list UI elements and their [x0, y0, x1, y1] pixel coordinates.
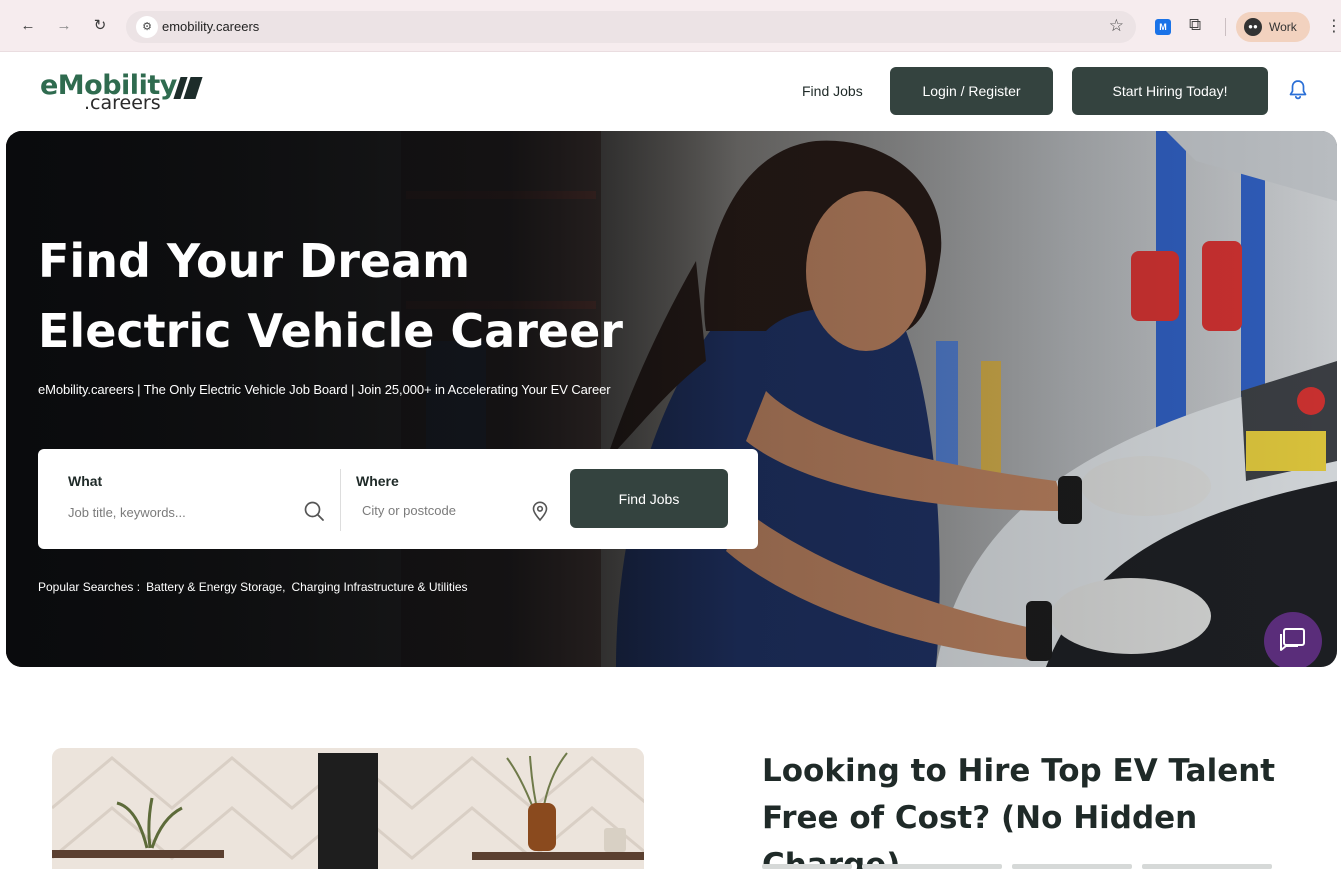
- chat-button[interactable]: [1264, 612, 1322, 667]
- nav-find-jobs-link[interactable]: Find Jobs: [802, 83, 863, 99]
- login-register-button[interactable]: Login / Register: [890, 67, 1053, 115]
- what-label: What: [68, 473, 103, 489]
- location-pin-icon[interactable]: [528, 499, 552, 523]
- extension-m-icon[interactable]: M: [1155, 19, 1171, 35]
- back-arrow-icon[interactable]: ←: [18, 16, 38, 36]
- what-input[interactable]: [68, 501, 288, 523]
- bell-icon[interactable]: [1286, 78, 1310, 102]
- promo-photo: [52, 748, 644, 869]
- popular-searches-label: Popular Searches :: [38, 580, 141, 594]
- hero-title: Find Your Dream Electric Vehicle Career: [38, 234, 623, 358]
- logo-mark-icon: [173, 77, 203, 99]
- browser-toolbar: ← → ↻ ⚙ emobility.careers ☆ M ⧉ ●● Work …: [0, 0, 1341, 52]
- bookmark-star-icon[interactable]: ☆: [1109, 16, 1124, 36]
- job-search-form: What Where Find Jobs: [38, 449, 758, 549]
- where-label: Where: [356, 473, 399, 489]
- profile-avatar: ●●: [1244, 18, 1262, 36]
- search-icon[interactable]: [302, 499, 326, 523]
- start-hiring-button[interactable]: Start Hiring Today!: [1072, 67, 1268, 115]
- hero-subtitle: eMobility.careers | The Only Electric Ve…: [38, 382, 611, 397]
- hero-banner: Find Your Dream Electric Vehicle Career …: [6, 131, 1337, 667]
- find-jobs-button[interactable]: Find Jobs: [570, 469, 728, 528]
- popular-tag-battery[interactable]: Battery & Energy Storage,: [146, 580, 285, 594]
- logo-domain: .careers: [84, 92, 161, 114]
- site-logo[interactable]: eMobility .careers: [40, 70, 210, 118]
- address-bar[interactable]: ⚙ emobility.careers ☆: [126, 11, 1136, 43]
- chat-icon: [1280, 628, 1305, 651]
- promo-title: Looking to Hire Top EV Talent Free of Co…: [762, 753, 1276, 869]
- search-divider: [340, 469, 341, 531]
- popular-tag-charging[interactable]: Charging Infrastructure & Utilities: [291, 580, 467, 594]
- popular-searches: Popular Searches : Battery & Energy Stor…: [38, 580, 468, 594]
- site-settings-icon[interactable]: ⚙: [136, 16, 158, 38]
- where-input[interactable]: [362, 499, 512, 521]
- forward-arrow-icon[interactable]: →: [54, 16, 74, 36]
- profile-button[interactable]: ●● Work: [1236, 12, 1310, 42]
- menu-dots-icon[interactable]: ⋮: [1326, 16, 1341, 36]
- reload-icon[interactable]: ↻: [90, 16, 110, 36]
- profile-label: Work: [1269, 20, 1297, 34]
- toolbar-divider: [1225, 18, 1226, 36]
- url-text[interactable]: emobility.careers: [162, 19, 259, 34]
- promo-paragraph: [762, 864, 1272, 869]
- extensions-icon[interactable]: ⧉: [1189, 15, 1201, 35]
- promo-image: [52, 748, 644, 869]
